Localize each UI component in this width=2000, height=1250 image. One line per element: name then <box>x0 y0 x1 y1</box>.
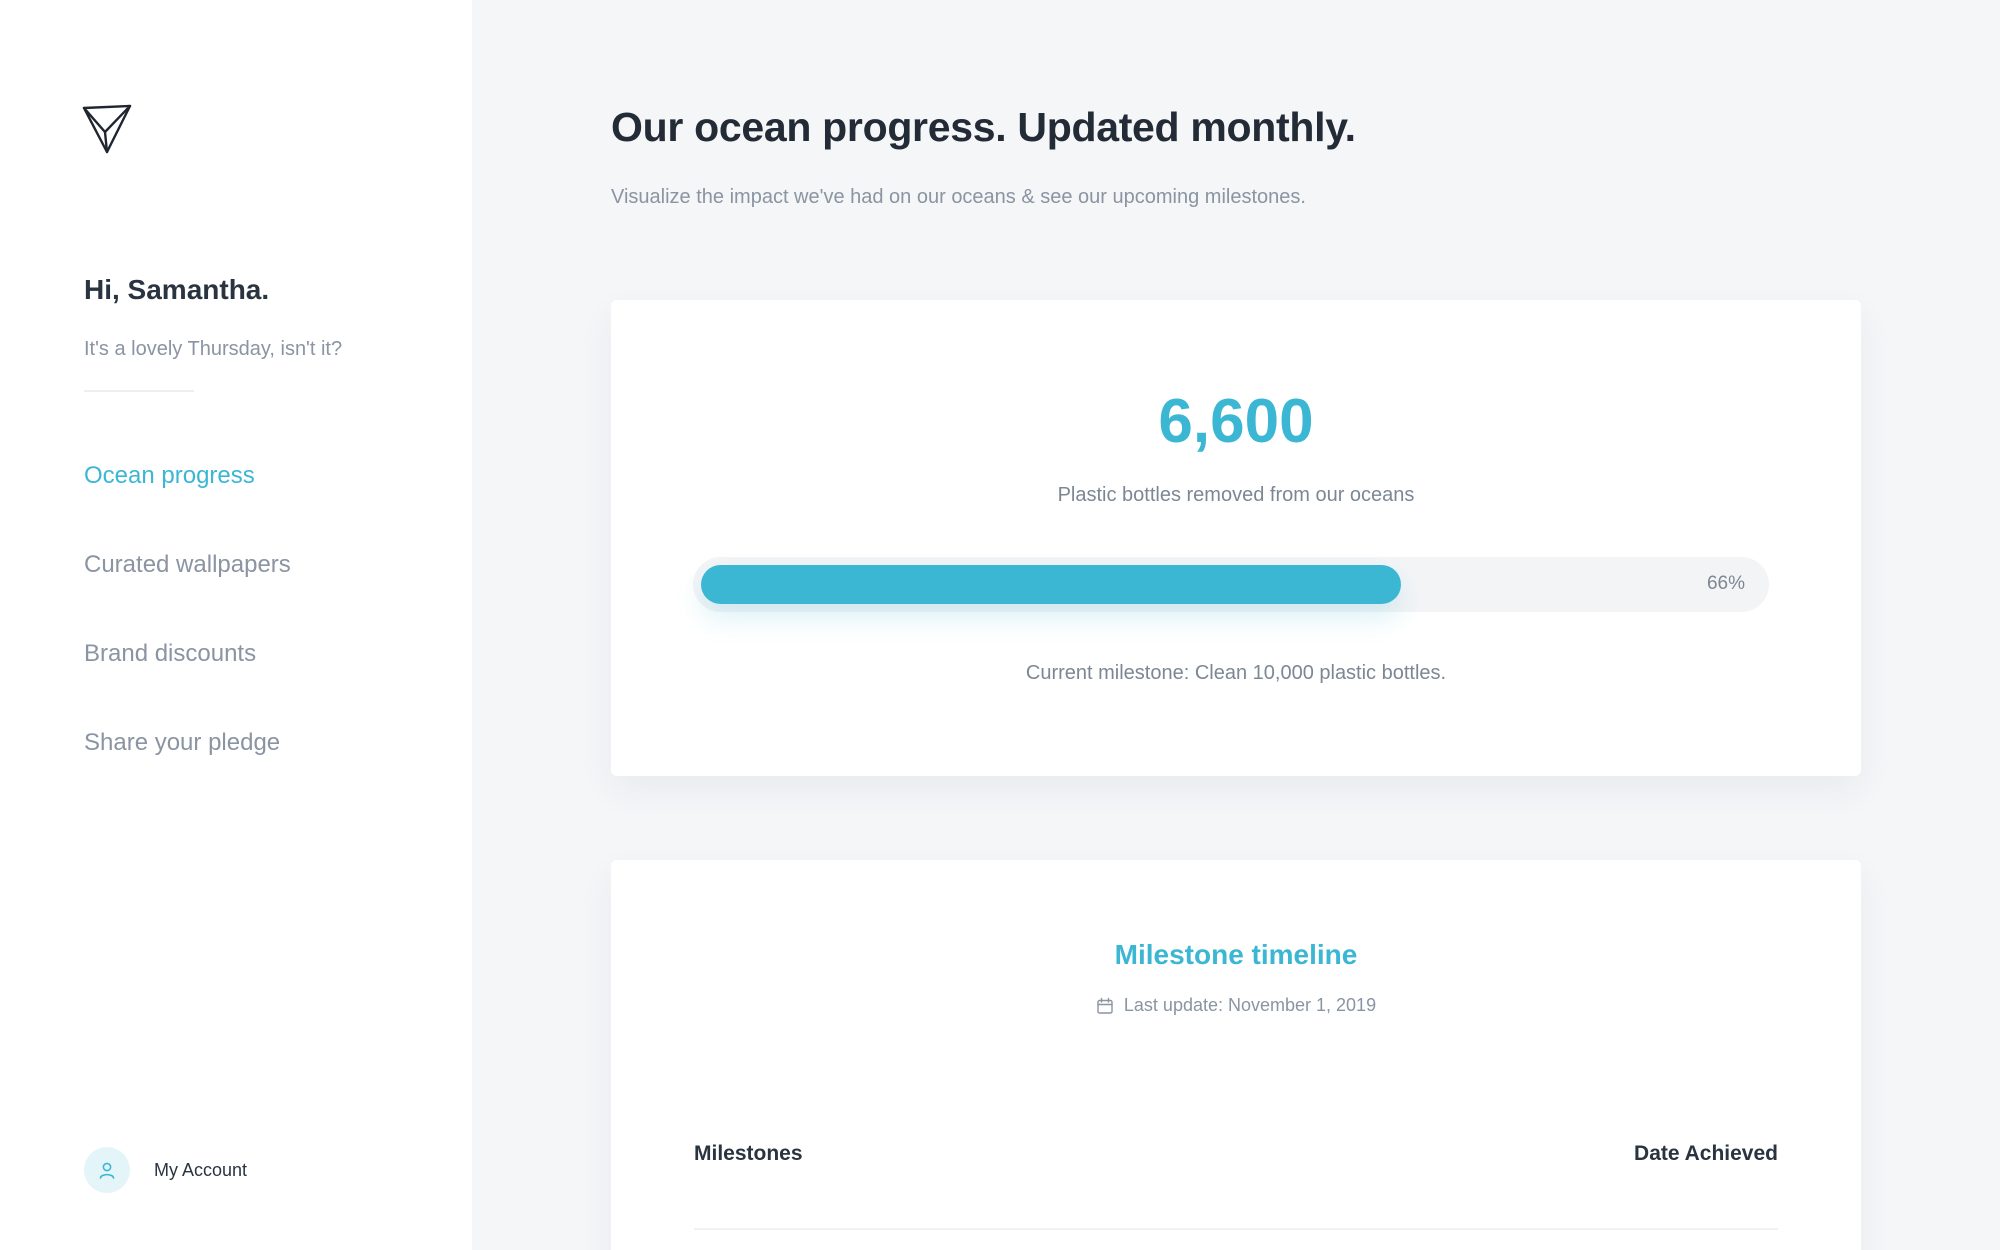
my-account-link[interactable]: My Account <box>84 1147 247 1193</box>
nav-item-ocean-progress[interactable]: Ocean progress <box>84 462 291 551</box>
user-icon <box>97 1160 117 1180</box>
timeline-title: Milestone timeline <box>1114 939 1358 970</box>
table-divider <box>694 1228 1778 1230</box>
progress-percent: 66% <box>1706 573 1745 594</box>
current-milestone: Current milestone: Clean 10,000 plastic … <box>1025 662 1447 684</box>
subgreeting: It's a lovely Thursday, isn't it? <box>84 338 343 360</box>
column-header-milestones[interactable]: Milestones <box>694 1142 803 1166</box>
nav-item-brand-discounts[interactable]: Brand discounts <box>84 640 291 729</box>
milestone-timeline-card: Milestone timeline Last update: November… <box>611 860 1861 1250</box>
my-account-label: My Account <box>154 1159 248 1180</box>
greeting: Hi, Samantha. <box>84 274 270 305</box>
avatar[interactable] <box>84 1147 130 1193</box>
sidebar: Hi, Samantha. It's a lovely Thursday, is… <box>0 0 472 1250</box>
progress-card: 6,600 Plastic bottles removed from our o… <box>611 300 1861 776</box>
main-content: Our ocean progress. Updated monthly. Vis… <box>472 0 2000 1250</box>
calendar-icon <box>1096 997 1114 1015</box>
bottles-count-label: Plastic bottles removed from our oceans <box>1057 484 1415 506</box>
nav-item-share-your-pledge[interactable]: Share your pledge <box>84 729 291 818</box>
nav-item-curated-wallpapers[interactable]: Curated wallpapers <box>84 551 291 640</box>
column-header-date-achieved[interactable]: Date Achieved <box>1634 1142 1778 1166</box>
last-update-text: Last update: November 1, 2019 <box>1123 995 1377 1015</box>
last-update: Last update: November 1, 2019 <box>611 995 1861 1016</box>
page-title: Our ocean progress. Updated monthly. <box>611 104 1356 150</box>
sidebar-divider <box>84 390 194 392</box>
paper-plane-logo-icon[interactable] <box>82 104 132 154</box>
progress-bar: 66% <box>693 557 1769 612</box>
sidebar-nav: Ocean progress Curated wallpapers Brand … <box>84 462 291 818</box>
bottles-count: 6,600 <box>1158 387 1314 456</box>
page-subtitle: Visualize the impact we've had on our oc… <box>611 186 1306 208</box>
timeline-table-header: Milestones Date Achieved <box>694 1142 1778 1166</box>
progress-bar-fill <box>701 565 1401 604</box>
